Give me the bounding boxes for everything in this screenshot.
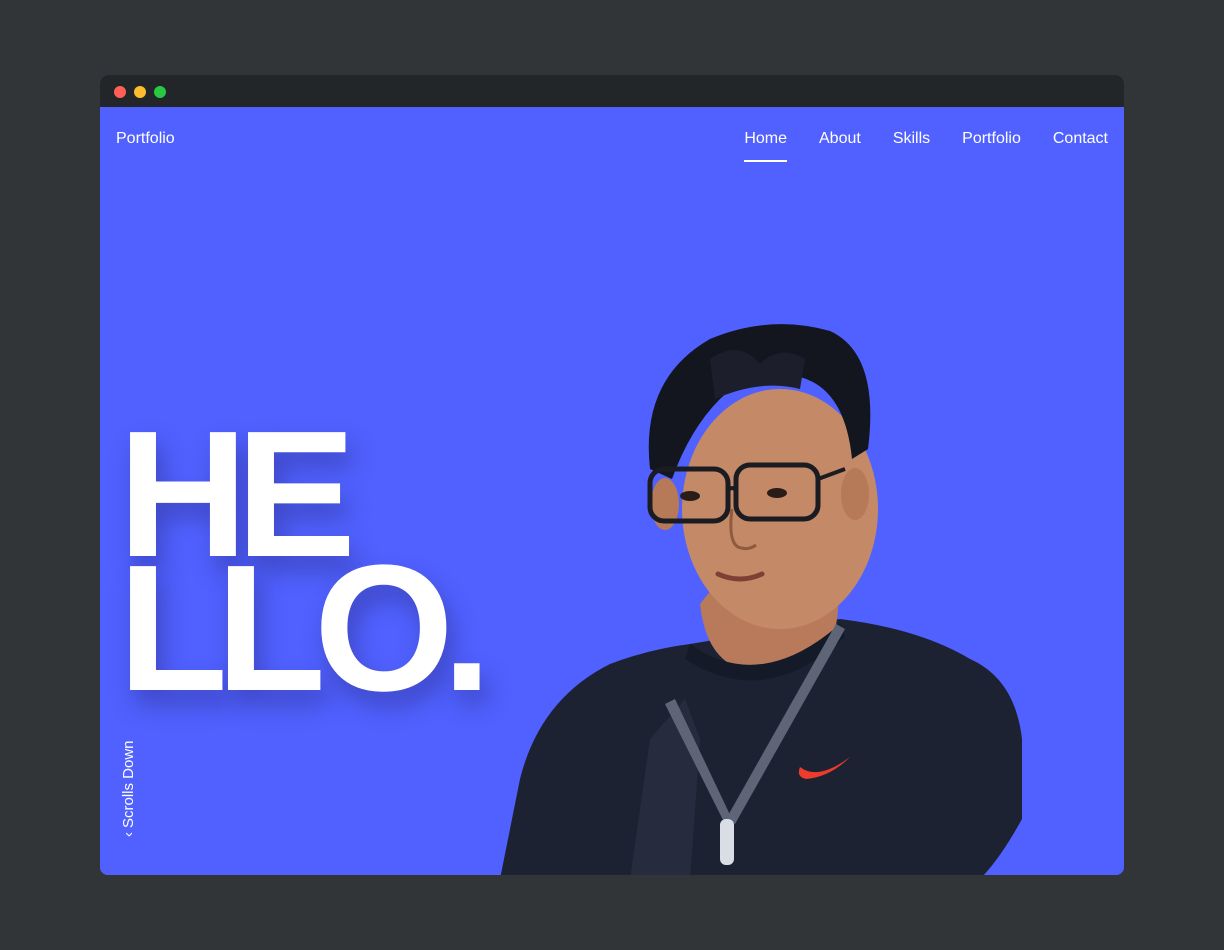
- main-nav: Home About Skills Portfolio Contact: [744, 130, 1108, 162]
- window-titlebar: [100, 75, 1124, 107]
- maximize-window-button[interactable]: [154, 86, 166, 98]
- nav-link-skills[interactable]: Skills: [893, 130, 930, 148]
- chevron-left-icon: ‹: [120, 832, 137, 837]
- close-window-button[interactable]: [114, 86, 126, 98]
- scroll-down-link[interactable]: ‹ Scrolls Down: [119, 727, 139, 837]
- page-viewport: Portfolio Home About Skills Portfolio Co…: [100, 107, 1124, 875]
- nav-link-about[interactable]: About: [819, 130, 861, 148]
- nav-link-portfolio[interactable]: Portfolio: [962, 130, 1021, 148]
- portrait-photo: [500, 324, 1022, 875]
- nav-link-home[interactable]: Home: [744, 130, 787, 162]
- nav-link-contact[interactable]: Contact: [1053, 130, 1108, 148]
- brand-link[interactable]: Portfolio: [116, 130, 175, 148]
- browser-window: Portfolio Home About Skills Portfolio Co…: [100, 75, 1124, 875]
- hero-heading: HE LLO.: [118, 404, 492, 729]
- scroll-down-label: Scrolls Down: [120, 740, 137, 828]
- hero-heading-line-2: LLO.: [118, 527, 492, 729]
- minimize-window-button[interactable]: [134, 86, 146, 98]
